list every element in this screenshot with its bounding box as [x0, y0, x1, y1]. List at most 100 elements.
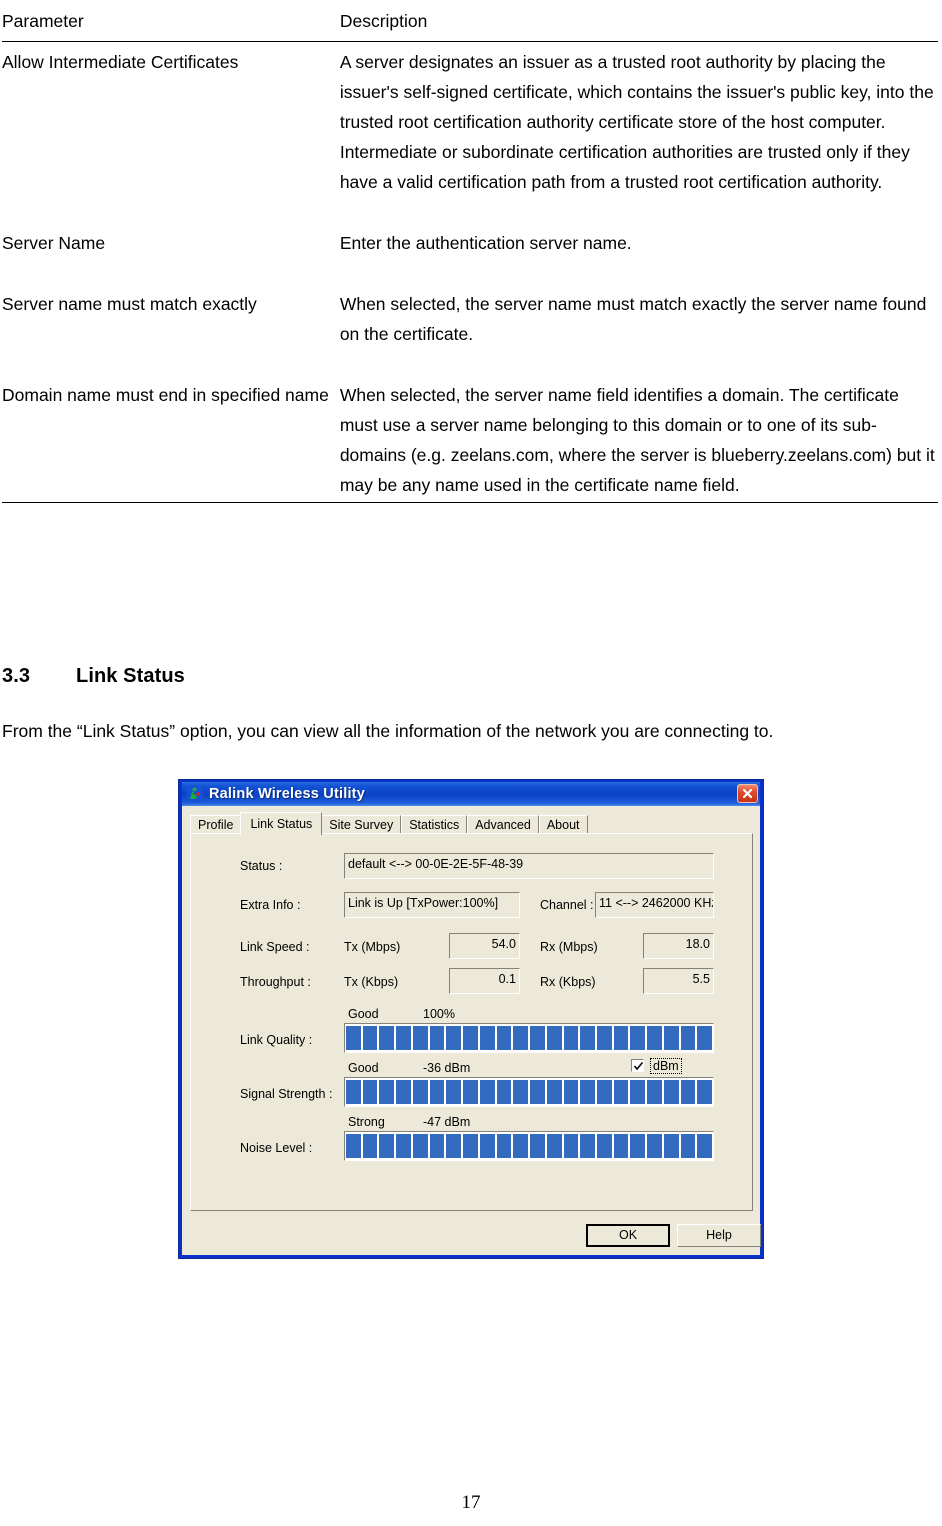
meter-bar — [630, 1080, 646, 1104]
signal-strength-meter — [344, 1077, 714, 1107]
throughput-label: Throughput : — [240, 975, 311, 989]
signal-strength-label: Signal Strength : — [240, 1087, 333, 1101]
meter-bar — [479, 1026, 495, 1050]
tab-advanced[interactable]: Advanced — [467, 815, 539, 834]
meter-bar — [463, 1080, 478, 1104]
meter-bar — [496, 1080, 512, 1104]
meter-bar — [597, 1134, 612, 1158]
table-row: Allow Intermediate Certificates A server… — [2, 42, 938, 198]
meter-bar — [446, 1134, 462, 1158]
meter-bar — [647, 1026, 662, 1050]
meter-bar — [379, 1026, 395, 1050]
noise-level-rating: Strong — [348, 1115, 385, 1129]
meter-bar — [680, 1026, 696, 1050]
meter-bar — [697, 1026, 713, 1050]
meter-bar — [563, 1080, 579, 1104]
meter-bar — [613, 1026, 629, 1050]
table-row-spacer — [2, 349, 938, 375]
meter-bar — [546, 1026, 562, 1050]
meter-bar — [496, 1134, 512, 1158]
meter-bar — [396, 1080, 411, 1104]
page-number: 17 — [461, 1492, 481, 1513]
meter-bar — [446, 1080, 462, 1104]
meter-bar — [680, 1134, 696, 1158]
link-quality-rating: Good — [348, 1007, 379, 1021]
table-row-spacer — [2, 197, 938, 223]
meter-bar — [647, 1134, 662, 1158]
throughput-tx-label: Tx (Kbps) — [344, 975, 399, 989]
status-value: default <--> 00-0E-2E-5F-48-39 — [344, 853, 714, 879]
meter-bar — [563, 1026, 579, 1050]
window-titlebar[interactable]: Ralink Wireless Utility — [182, 782, 760, 806]
section-number: 3.3 — [2, 665, 31, 687]
meter-bar — [362, 1080, 378, 1104]
meter-bar — [396, 1026, 411, 1050]
throughput-tx-value: 0.1 — [449, 968, 520, 994]
dbm-checkbox-label[interactable]: dBm — [650, 1058, 682, 1074]
tab-profile[interactable]: Profile — [190, 815, 242, 834]
meter-bar — [663, 1080, 679, 1104]
meter-bar — [513, 1026, 529, 1050]
table-header-row: Parameter Description — [2, 4, 938, 42]
cell-parameter: Domain name must end in specified name — [2, 375, 340, 503]
channel-label: Channel : — [540, 898, 594, 912]
meter-bar — [530, 1134, 545, 1158]
ralink-app-icon — [186, 785, 204, 803]
help-button[interactable]: Help — [677, 1224, 761, 1247]
tabstrip: Profile Link Status Site Survey Statisti… — [190, 812, 753, 835]
link-quality-meter — [344, 1023, 714, 1053]
tab-about[interactable]: About — [538, 815, 588, 834]
meter-bar — [697, 1080, 713, 1104]
dbm-checkbox[interactable] — [631, 1059, 644, 1072]
meter-bar — [463, 1026, 478, 1050]
meter-bar — [479, 1134, 495, 1158]
channel-value: 11 <--> 2462000 KHz — [595, 892, 714, 918]
cell-description: When selected, the server name field ide… — [339, 375, 938, 503]
link-speed-rx-label: Rx (Mbps) — [540, 940, 598, 954]
meter-bar — [362, 1026, 378, 1050]
meter-bar — [697, 1134, 713, 1158]
meter-bar — [613, 1080, 629, 1104]
link-quality-value: 100% — [423, 1007, 455, 1021]
section-heading: 3.3 Link Status — [2, 665, 185, 688]
close-icon[interactable] — [737, 784, 758, 803]
meter-bar — [580, 1080, 596, 1104]
cell-description: Enter the authentication server name. — [339, 233, 632, 253]
meter-bar — [680, 1080, 696, 1104]
section-intro-text: From the “Link Status” option, you can v… — [2, 721, 774, 741]
throughput-rx-label: Rx (Kbps) — [540, 975, 596, 989]
link-speed-tx-value: 54.0 — [449, 933, 520, 959]
meter-bar — [463, 1134, 478, 1158]
meter-bar — [580, 1134, 596, 1158]
meter-bar — [396, 1134, 411, 1158]
cell-parameter: Server name must match exactly — [2, 294, 257, 314]
header-parameter: Parameter — [2, 4, 340, 42]
table-row: Server name must match exactly When sele… — [2, 284, 938, 349]
meter-bar — [346, 1134, 361, 1158]
meter-bar — [513, 1080, 529, 1104]
ok-button[interactable]: OK — [586, 1224, 670, 1247]
table-row: Domain name must end in specified name W… — [2, 375, 938, 503]
noise-level-meter — [344, 1131, 714, 1161]
tab-statistics[interactable]: Statistics — [401, 815, 468, 834]
meter-bar — [647, 1080, 662, 1104]
meter-bar — [530, 1080, 545, 1104]
extra-info-value: Link is Up [TxPower:100%] — [344, 892, 520, 918]
meter-bar — [362, 1134, 378, 1158]
meter-bar — [429, 1026, 445, 1050]
meter-bar — [663, 1134, 679, 1158]
meter-bar — [496, 1026, 512, 1050]
extra-info-label: Extra Info : — [240, 898, 301, 912]
meter-bar — [412, 1080, 428, 1104]
tab-link-status[interactable]: Link Status — [240, 812, 323, 835]
tab-site-survey[interactable]: Site Survey — [321, 815, 402, 834]
meter-bar — [563, 1134, 579, 1158]
noise-level-value: -47 dBm — [423, 1115, 471, 1129]
meter-bar — [630, 1026, 646, 1050]
cell-description: A server designates an issuer as a trust… — [339, 52, 934, 192]
meter-bar — [663, 1026, 679, 1050]
meter-bar — [630, 1134, 646, 1158]
noise-level-label: Noise Level : — [240, 1141, 313, 1155]
meter-bar — [346, 1080, 361, 1104]
meter-bar — [546, 1134, 562, 1158]
